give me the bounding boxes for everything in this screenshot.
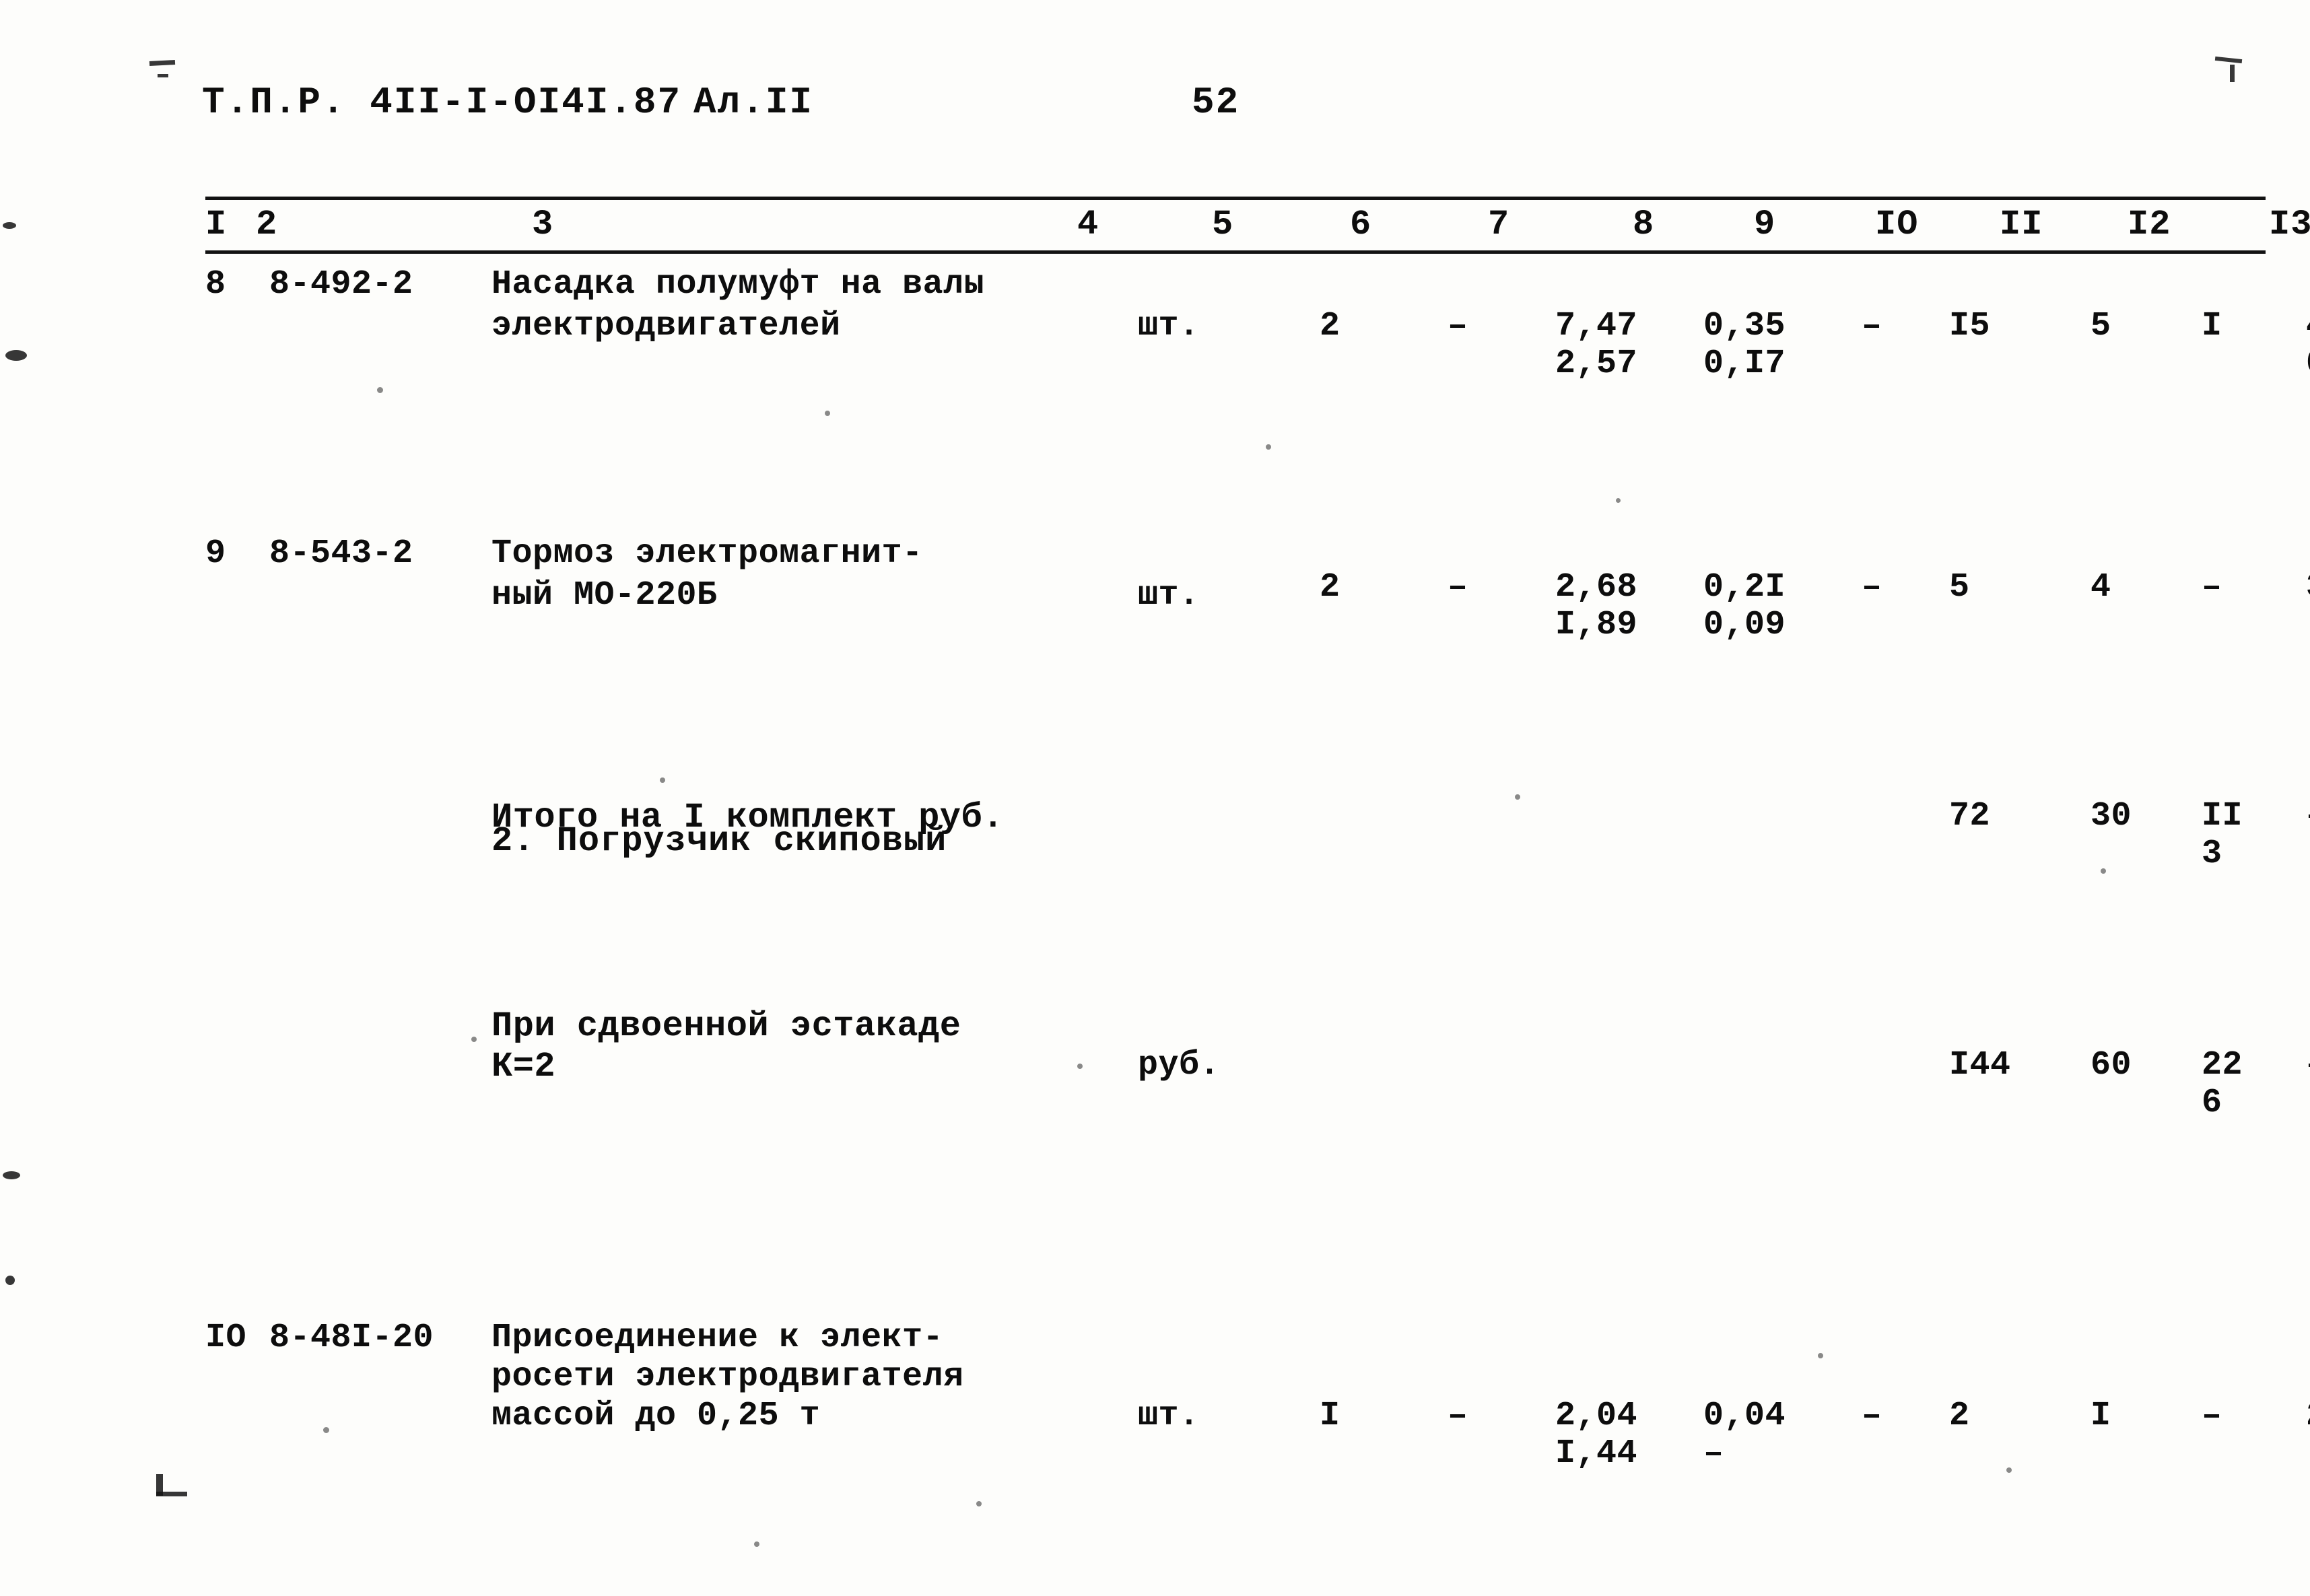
column-header-5: 5 (1212, 205, 1234, 244)
row-col12-top: 2 (2306, 1397, 2310, 1435)
row-unit: шт. (1138, 307, 1200, 345)
scan-margin-mark (5, 1276, 15, 1285)
row-code: 8-492-2 (269, 265, 413, 304)
scanned-page: Т.П.Р. 4II-I-OI4I.87 Ал.II 52 I 2 3 4 5 … (0, 0, 2310, 1596)
table-row: 9 8-543-2 Тормоз электромагнит- ный МО-2… (205, 367, 2310, 644)
row-col5: – (1448, 1397, 1468, 1435)
scan-margin-mark (2214, 56, 2243, 64)
row-col11: I (2202, 307, 2222, 345)
column-header-7: 7 (1488, 205, 1510, 244)
scan-margin-mark (2230, 65, 2235, 82)
column-header-12: I2 (2128, 205, 2171, 244)
column-header-2: 2 (256, 205, 278, 244)
scan-speckle (976, 1501, 982, 1506)
row-name-line1: Насадка полумуфт на валы (491, 265, 985, 304)
row-col5: – (1448, 307, 1468, 345)
table-row: I3 8-529-5 То же, кнопки шт. I – I,99 I,… (205, 1060, 2310, 1168)
column-header-6: 6 (1350, 205, 1372, 244)
column-header-13: I3 (2269, 205, 2310, 244)
column-header-3: 3 (532, 205, 554, 244)
row-col8: – (1862, 1397, 1882, 1435)
row-unit: шт. (1138, 1397, 1200, 1435)
row-col6-top: 7,47 (1555, 307, 1638, 345)
scan-speckle (1818, 1353, 1823, 1358)
scan-speckle (2006, 1467, 2012, 1473)
scan-speckle (323, 1427, 329, 1433)
table-header-rule (205, 250, 2266, 254)
row-col8: – (1862, 307, 1882, 345)
table-totals-row: Итого на I комплект руб. 72 30 II 3 – 50… (205, 475, 2310, 873)
row-col7-top: 0,04 (1703, 1397, 1786, 1435)
table-row: II 8-2I прил.I Ревизия электродвига- тел… (205, 838, 2310, 952)
page-number: 52 (1192, 81, 1240, 124)
table-row: I2 8-57I-I3 Монтаж электрошкафа управлен… (205, 952, 2310, 1060)
row-col4: I (1320, 1397, 1340, 1435)
row-col6-top: 2,04 (1555, 1397, 1638, 1435)
row-name-line2: росети электродвигателя (491, 1358, 964, 1396)
column-header-4: 4 (1077, 205, 1099, 244)
document-header: Т.П.Р. 4II-I-OI4I.87 Ал.II 52 (202, 81, 2154, 124)
row-name-line1: Присоединение к элект- (491, 1319, 944, 1357)
row-col7-bottom: – (1703, 1434, 1724, 1473)
row-number: 8 (205, 265, 226, 304)
row-col4: 2 (1320, 307, 1340, 345)
column-header-9: 9 (1754, 205, 1776, 244)
row-col10: I (2091, 1397, 2111, 1435)
scan-margin-mark (3, 222, 16, 229)
scan-margin-mark (158, 74, 168, 77)
row-col11: – (2202, 1397, 2222, 1435)
table-row: IO 8-48I-20 Присоединение к элект- росет… (205, 690, 2310, 1473)
row-code: 8-48I-20 (269, 1319, 434, 1357)
scan-speckle (754, 1541, 759, 1547)
row-col6-bottom: I,44 (1555, 1434, 1638, 1473)
album-label: Ал.II (693, 81, 814, 124)
table-column-headers: I 2 3 4 5 6 7 8 9 IO II I2 I3 I4 (205, 202, 2310, 249)
column-header-8: 8 (1633, 205, 1655, 244)
row-col7-top: 0,35 (1703, 307, 1786, 345)
row-col10: 5 (2091, 307, 2111, 345)
column-header-10: IO (1875, 205, 1919, 244)
document-code: Т.П.Р. 4II-I-OI4I.87 (202, 81, 682, 124)
row-col9: 2 (1949, 1397, 1970, 1435)
column-header-11: II (2000, 205, 2043, 244)
scan-margin-mark (3, 1171, 20, 1179)
scan-margin-mark (5, 350, 27, 361)
scan-margin-mark (156, 1492, 187, 1496)
table-row: 8 8-492-2 Насадка полумуфт на валы элект… (205, 265, 2310, 383)
estimate-table: 8 8-492-2 Насадка полумуфт на валы элект… (205, 265, 2310, 1473)
table-top-rule (205, 197, 2266, 200)
column-header-1: I (205, 205, 228, 244)
row-number: IO (205, 1319, 247, 1357)
table-doubled-row: При сдвоенной эстакаде К=2 руб. I44 60 2… (205, 576, 2310, 1122)
row-col12-top: 4 (2306, 308, 2310, 345)
row-col9: I5 (1949, 307, 1991, 345)
scan-margin-mark (149, 60, 176, 66)
